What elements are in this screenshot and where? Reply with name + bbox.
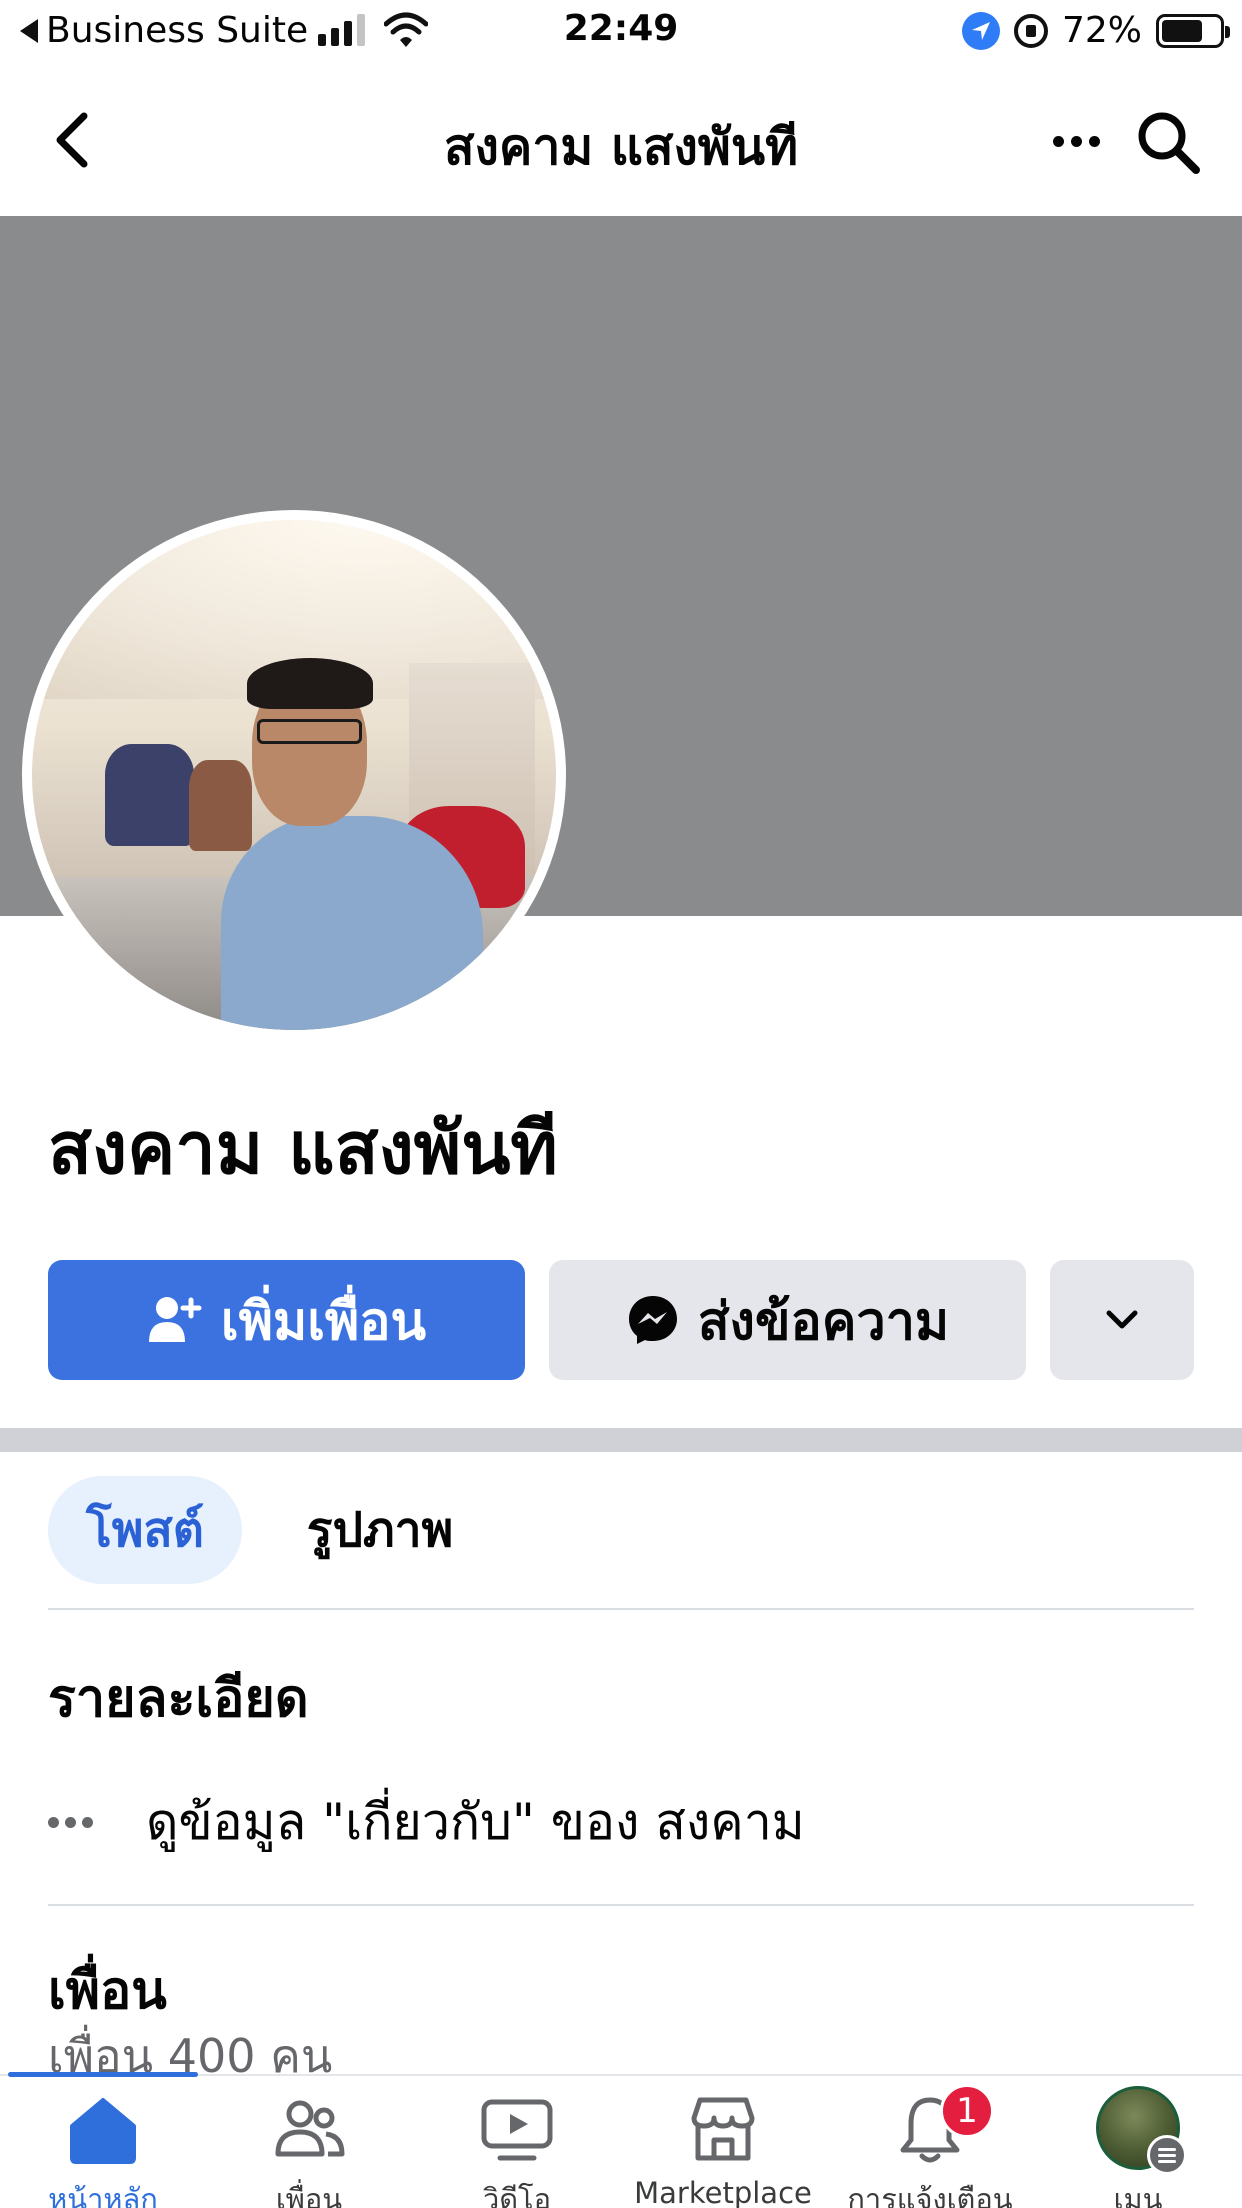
marketplace-icon (691, 2097, 755, 2161)
tab-home[interactable]: หน้าหลัก (3, 2084, 203, 2208)
more-icon (1052, 135, 1064, 147)
tab-home-label: หน้าหลัก (48, 2182, 158, 2208)
about-link-label: ดูข้อมูล "เกี่ยวกับ" ของ สงคาม (146, 1792, 805, 1851)
tab-posts[interactable]: โพสต์ (48, 1476, 242, 1584)
divider (48, 1608, 1194, 1610)
location-icon (961, 11, 1000, 50)
tab-notifications[interactable]: 1 การแจ้งเตือน (830, 2084, 1030, 2208)
tab-marketplace[interactable]: Marketplace (623, 2084, 823, 2208)
chevron-down-icon (1106, 1310, 1138, 1329)
nav-bar: สงคาม แสงพันที (0, 64, 1242, 216)
orientation-lock-icon (1013, 13, 1048, 48)
more-button[interactable] (1044, 116, 1108, 166)
tab-video-label: วิดีโอ (482, 2182, 552, 2208)
tab-friends-label: เพื่อน (275, 2182, 343, 2208)
menu-avatar (1096, 2086, 1187, 2175)
add-friend-button[interactable]: เพิ่มเพื่อน (48, 1260, 525, 1380)
add-friend-label: เพิ่มเพื่อน (220, 1291, 427, 1352)
tab-friends[interactable]: เพื่อน (209, 2084, 409, 2208)
more-options-button[interactable] (1050, 1260, 1194, 1380)
tab-menu-label: เมนู (1113, 2182, 1163, 2208)
section-divider (0, 1428, 1242, 1452)
friends-icon (275, 2100, 345, 2157)
menu-icon (1147, 2135, 1187, 2175)
battery-percent: 72% (1061, 10, 1142, 51)
add-user-icon (148, 1297, 202, 1342)
friends-title: เพื่อน (48, 1961, 167, 2021)
home-icon (70, 2098, 136, 2164)
status-right: 72% (961, 10, 1230, 51)
messenger-icon (628, 1296, 677, 1344)
profile-picture[interactable] (22, 510, 566, 1040)
profile-photo (32, 520, 556, 1030)
message-label: ส่งข้อความ (697, 1291, 950, 1352)
tab-marketplace-label: Marketplace (634, 2176, 812, 2208)
message-button[interactable]: ส่งข้อความ (549, 1260, 1026, 1380)
tab-video[interactable]: วิดีโอ (417, 2084, 617, 2208)
about-link[interactable]: ดูข้อมูล "เกี่ยวกับ" ของ สงคาม (48, 1782, 805, 1862)
divider (48, 1904, 1194, 1906)
tab-photos[interactable]: รูปภาพ (290, 1476, 470, 1584)
tab-menu[interactable]: เมนู (1038, 2084, 1238, 2208)
tab-notifications-label: การแจ้งเตือน (847, 2182, 1013, 2208)
profile-screen: Business Suite 22:49 72% สงคาม แสงพันที (0, 0, 1242, 2208)
active-tab-indicator (8, 2072, 198, 2077)
battery-fill (1162, 19, 1203, 42)
details-title: รายละเอียด (48, 1669, 309, 1729)
status-bar: Business Suite 22:49 72% (0, 0, 1242, 64)
more-dots-icon (48, 1816, 108, 1828)
battery-icon (1156, 13, 1230, 48)
notification-badge: 1 (940, 2084, 994, 2138)
profile-name: สงคาม แสงพันที (48, 1106, 558, 1190)
video-icon (481, 2099, 553, 2161)
search-icon[interactable] (1132, 106, 1204, 178)
